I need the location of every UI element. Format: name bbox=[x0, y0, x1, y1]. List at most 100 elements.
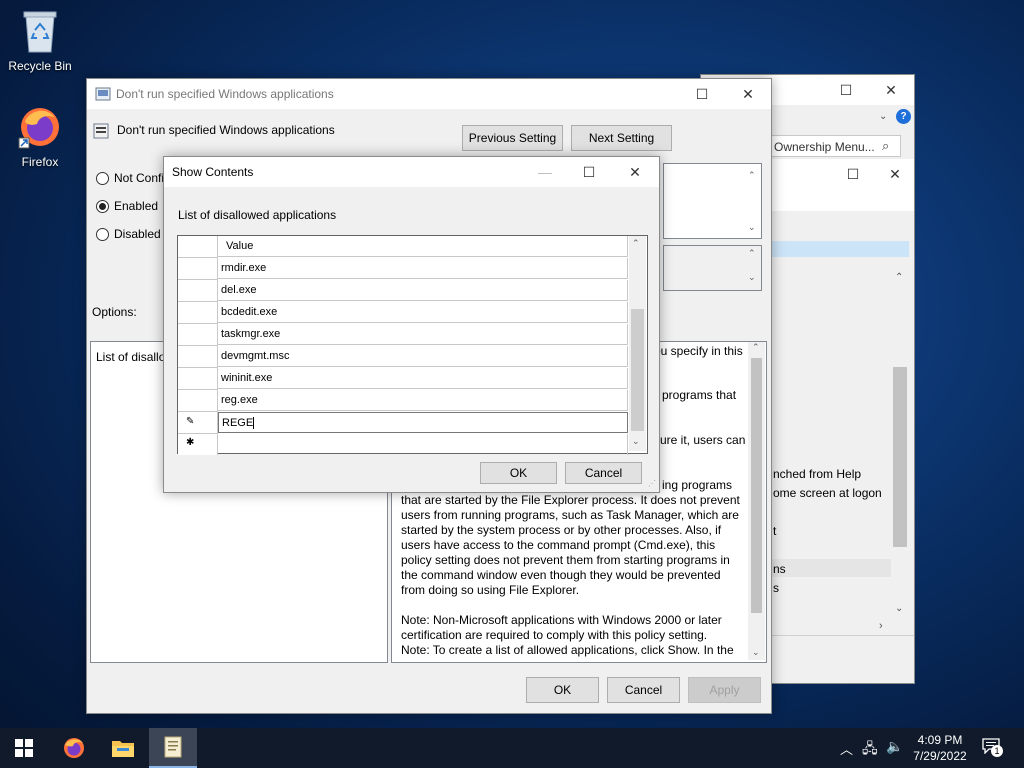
new-row-asterisk-icon: ✱ bbox=[186, 437, 195, 448]
grid-scroll-thumb[interactable] bbox=[631, 309, 644, 431]
table-row[interactable]: devmgmt.msc bbox=[178, 346, 628, 368]
radio-not-configured-dot bbox=[96, 171, 109, 185]
row-header[interactable] bbox=[178, 280, 218, 302]
comment-scroll-up-icon[interactable]: ⌃ bbox=[748, 170, 756, 181]
policy-cancel-button[interactable]: Cancel bbox=[607, 677, 680, 703]
help-scroll-up-icon[interactable]: ⌃ bbox=[752, 342, 760, 353]
value-cell[interactable]: wininit.exe bbox=[218, 368, 628, 389]
table-row[interactable]: taskmgr.exe bbox=[178, 324, 628, 346]
taskbar-file-explorer[interactable] bbox=[99, 728, 147, 768]
radio-enabled[interactable]: Enabled bbox=[96, 199, 158, 213]
network-icon[interactable]: 🖧 bbox=[862, 738, 878, 762]
previous-setting-button[interactable]: Previous Setting bbox=[462, 125, 563, 151]
row-header[interactable]: ✱ bbox=[178, 434, 218, 455]
comment-box[interactable]: ⌃ ⌄ bbox=[663, 163, 762, 239]
row-header[interactable]: ✎ bbox=[178, 412, 218, 434]
bg-item-4[interactable]: ns bbox=[773, 562, 786, 576]
help-text: that are started by the File Explorer pr… bbox=[401, 493, 746, 658]
help-line: Note: Non-Microsoft applications with Wi… bbox=[401, 613, 722, 627]
value-cell[interactable]: del.exe bbox=[218, 280, 628, 301]
bg-item-2[interactable]: ome screen at logon bbox=[773, 486, 882, 500]
clock-time: 4:09 PM bbox=[917, 733, 963, 747]
bg-item-3[interactable]: t bbox=[773, 524, 776, 538]
show-contents-close-button[interactable]: ✕ bbox=[612, 157, 658, 187]
show-contents-ok-button[interactable]: OK bbox=[480, 462, 557, 484]
inner-maximize-button[interactable]: ☐ bbox=[830, 159, 876, 189]
row-header[interactable] bbox=[178, 302, 218, 324]
supported-scroll-down-icon[interactable]: ⌄ bbox=[748, 272, 756, 283]
show-contents-minimize-button[interactable]: — bbox=[522, 157, 568, 187]
background-close-button[interactable]: ✕ bbox=[868, 75, 914, 105]
supported-scroll-up-icon[interactable]: ⌃ bbox=[748, 248, 756, 259]
resize-grip-icon[interactable]: ⋰ bbox=[648, 479, 656, 488]
scroll-down-icon[interactable]: ⌄ bbox=[895, 603, 903, 614]
grid-scroll-down-icon[interactable]: ⌄ bbox=[632, 436, 640, 447]
taskbar-group-policy[interactable] bbox=[149, 728, 197, 768]
editing-value-input[interactable]: REGE​ bbox=[218, 412, 628, 433]
background-scrollbar[interactable] bbox=[891, 257, 909, 617]
radio-not-configured[interactable]: Not Confi bbox=[96, 171, 164, 185]
firefox-desktop-icon[interactable]: Firefox bbox=[0, 104, 80, 169]
table-row[interactable]: wininit.exe bbox=[178, 368, 628, 390]
scroll-right-icon[interactable]: › bbox=[879, 620, 883, 632]
value-cell[interactable]: bcdedit.exe bbox=[218, 302, 628, 323]
taskbar-firefox[interactable] bbox=[50, 728, 98, 768]
table-row[interactable]: rmdir.exe bbox=[178, 258, 628, 280]
value-cell[interactable]: taskmgr.exe bbox=[218, 324, 628, 345]
help-icon[interactable]: ? bbox=[896, 109, 911, 124]
bg-item-5[interactable]: s bbox=[773, 581, 779, 595]
row-header[interactable] bbox=[178, 324, 218, 346]
action-center-button[interactable]: 1 bbox=[982, 738, 1006, 758]
inner-close-button[interactable]: ✕ bbox=[875, 159, 915, 189]
values-grid[interactable]: Value rmdir.exe del.exe bcdedit.exe task… bbox=[177, 235, 648, 456]
clock[interactable]: 4:09 PM 7/29/2022 bbox=[908, 732, 972, 764]
recycle-bin-desktop-icon[interactable]: Recycle Bin bbox=[0, 8, 80, 73]
comment-scroll-down-icon[interactable]: ⌄ bbox=[748, 222, 756, 233]
selected-row[interactable] bbox=[761, 241, 909, 257]
policy-maximize-button[interactable]: ☐ bbox=[679, 79, 725, 109]
value-cell[interactable]: reg.exe bbox=[218, 390, 628, 411]
row-header[interactable] bbox=[178, 390, 218, 412]
table-row[interactable]: reg.exe bbox=[178, 390, 628, 412]
notification-badge: 1 bbox=[991, 745, 1003, 757]
next-setting-button[interactable]: Next Setting bbox=[571, 125, 672, 151]
show-hidden-icons-chevron-icon[interactable]: ︿ bbox=[840, 739, 853, 758]
options-box-text: List of disallo bbox=[96, 350, 166, 364]
policy-ok-button[interactable]: OK bbox=[526, 677, 599, 703]
radio-disabled[interactable]: Disabled bbox=[96, 227, 161, 241]
row-header[interactable] bbox=[178, 368, 218, 390]
policy-setting-icon bbox=[93, 123, 109, 139]
background-maximize-button[interactable]: ☐ bbox=[823, 75, 869, 105]
show-contents-maximize-button[interactable]: ☐ bbox=[566, 157, 612, 187]
table-row[interactable]: del.exe bbox=[178, 280, 628, 302]
policy-heading: Don't run specified Windows applications bbox=[117, 123, 335, 137]
table-row[interactable]: bcdedit.exe bbox=[178, 302, 628, 324]
show-contents-title: Show Contents bbox=[172, 165, 254, 179]
start-button[interactable] bbox=[0, 728, 48, 768]
chevron-down-icon[interactable]: ⌄ bbox=[879, 111, 887, 122]
value-cell[interactable]: devmgmt.msc bbox=[218, 346, 628, 367]
help-line: from doing so using File Explorer. bbox=[401, 583, 580, 597]
new-row[interactable]: ✱ bbox=[178, 434, 628, 456]
recycle-bin-icon bbox=[23, 11, 57, 53]
scroll-up-icon[interactable]: ⌃ bbox=[895, 272, 903, 283]
bg-item-1[interactable]: nched from Help bbox=[773, 467, 861, 481]
editing-row[interactable]: ✎ REGE​ bbox=[178, 412, 628, 434]
help-scrollbar[interactable] bbox=[748, 342, 765, 660]
show-contents-cancel-button[interactable]: Cancel bbox=[565, 462, 642, 484]
policy-apply-button[interactable]: Apply bbox=[688, 677, 761, 703]
volume-icon[interactable]: 🔈 bbox=[886, 738, 903, 755]
value-cell[interactable]: rmdir.exe bbox=[218, 258, 628, 279]
help-scroll-thumb[interactable] bbox=[751, 358, 762, 613]
row-header[interactable] bbox=[178, 258, 218, 280]
help-fragment-2: programs that bbox=[662, 388, 737, 402]
row-header[interactable] bbox=[178, 346, 218, 368]
new-value-cell[interactable] bbox=[218, 434, 628, 455]
column-header-value[interactable]: Value bbox=[218, 236, 628, 257]
background-scroll-thumb[interactable] bbox=[893, 367, 907, 547]
grid-scrollbar[interactable] bbox=[629, 236, 646, 451]
policy-close-button[interactable]: ✕ bbox=[725, 79, 771, 109]
help-scroll-down-icon[interactable]: ⌄ bbox=[752, 647, 760, 658]
search-box[interactable]: Ownership Menu... ⌕ bbox=[771, 135, 901, 157]
grid-scroll-up-icon[interactable]: ⌃ bbox=[632, 238, 640, 249]
